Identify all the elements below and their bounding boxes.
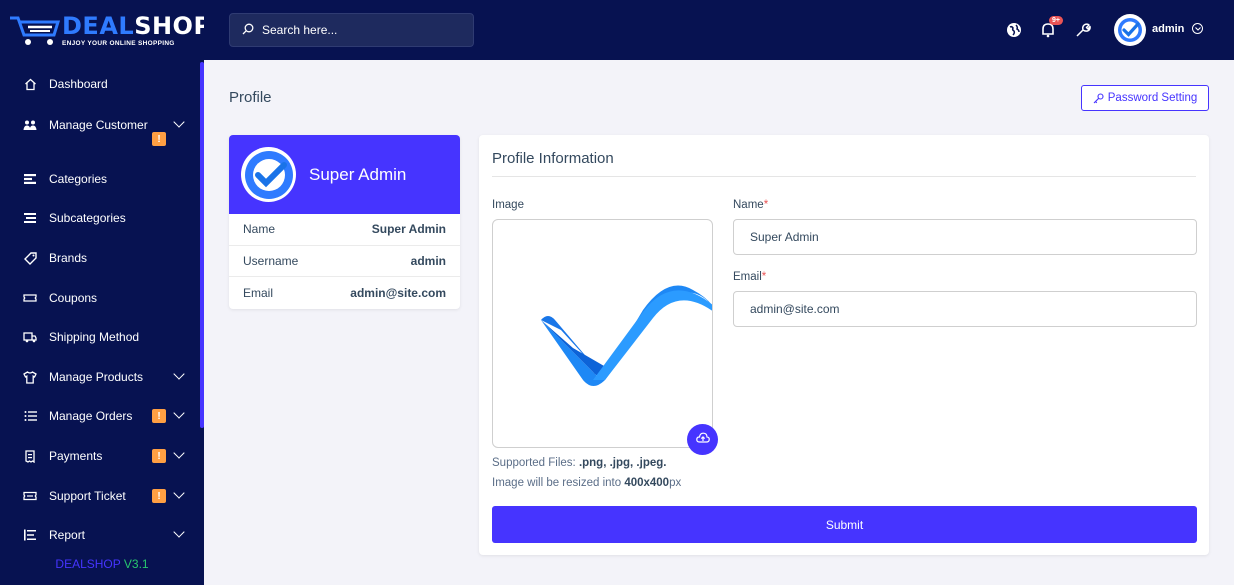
- sidebar-item-label: Manage Products: [49, 370, 144, 384]
- check-logo-image: [541, 285, 712, 386]
- upload-button[interactable]: [687, 424, 718, 455]
- info-value: admin@site.com: [350, 285, 446, 300]
- email-field[interactable]: [733, 291, 1197, 327]
- profile-form-card: Profile Information Image Supported File…: [479, 135, 1209, 555]
- list-icon: [23, 409, 37, 423]
- image-preview[interactable]: [492, 219, 713, 448]
- ticket-alt-icon: [23, 489, 37, 503]
- users-icon: [23, 118, 37, 132]
- submit-button[interactable]: Submit: [492, 506, 1197, 543]
- sidebar-item-label: Manage Orders: [49, 409, 133, 423]
- alert-badge: !: [152, 132, 166, 146]
- brand-logo[interactable]: DEALSHOP ENJOY YOUR ONLINE SHOPPING: [0, 0, 211, 60]
- sidebar-item-label: Support Ticket: [49, 489, 126, 503]
- wrench-icon[interactable]: [1073, 20, 1093, 40]
- globe-icon[interactable]: [1004, 20, 1024, 40]
- alert-badge: !: [152, 489, 166, 503]
- sidebar-item-manage-customer[interactable]: Manage Customer!: [0, 116, 200, 146]
- sidebar-item-brands[interactable]: Brands: [0, 251, 200, 265]
- sidebar-item-manage-products[interactable]: Manage Products: [0, 368, 200, 384]
- report-icon: [23, 528, 37, 542]
- user-name[interactable]: admin: [1152, 23, 1184, 35]
- chevron-down-icon[interactable]: [173, 526, 185, 538]
- info-value: Super Admin: [371, 222, 446, 237]
- profile-avatar: [241, 147, 296, 202]
- alert-badge: !: [152, 449, 166, 463]
- chevron-down-icon[interactable]: [173, 447, 185, 459]
- info-value: admin: [410, 253, 446, 268]
- sidebar-item-shipping-method[interactable]: Shipping Method: [0, 330, 200, 344]
- sidebar: DEALSHOP ENJOY YOUR ONLINE SHOPPING Dash…: [0, 0, 211, 585]
- sidebar-item-label: Manage Customer: [49, 118, 148, 132]
- brand-name: DEALSHOP: [62, 11, 212, 40]
- shirt-icon: [23, 370, 37, 384]
- subcategories-icon: [23, 211, 37, 225]
- info-key: Username: [243, 253, 299, 268]
- profile-info-row: Email admin@site.com: [229, 277, 460, 309]
- chevron-down-icon[interactable]: [173, 368, 185, 380]
- home-icon: [23, 77, 37, 91]
- search-box[interactable]: [229, 13, 474, 47]
- notification-badge: 9+: [1049, 16, 1063, 25]
- resize-hint: Image will be resized into 400x400px: [492, 477, 682, 489]
- sidebar-item-label: Shipping Method: [49, 330, 140, 344]
- categories-icon: [23, 172, 37, 186]
- sidebar-item-label: Subcategories: [49, 211, 126, 225]
- info-key: Name: [243, 222, 276, 237]
- brand-tagline: ENJOY YOUR ONLINE SHOPPING: [62, 39, 175, 47]
- password-setting-button[interactable]: Password Setting: [1081, 85, 1209, 111]
- bell-icon[interactable]: 9+: [1038, 16, 1063, 40]
- profile-card-header: Super Admin: [229, 135, 460, 214]
- page-title: Profile: [229, 89, 272, 106]
- chevron-down-icon[interactable]: [1192, 23, 1203, 34]
- sidebar-item-label: Report: [49, 528, 86, 542]
- cart-icon: [8, 13, 61, 47]
- sidebar-item-label: Categories: [49, 172, 108, 186]
- info-key: Email: [243, 285, 274, 300]
- sidebar-item-support-ticket[interactable]: Support Ticket!: [0, 487, 200, 503]
- ticket-icon: [23, 291, 37, 305]
- password-setting-label: Password Setting: [1107, 92, 1198, 104]
- sidebar-item-dashboard[interactable]: Dashboard: [0, 77, 200, 91]
- version-label: DEALSHOP V3.1: [55, 557, 149, 571]
- sidebar-item-label: Dashboard: [49, 77, 108, 91]
- sidebar-item-payments[interactable]: Payments!: [0, 447, 200, 463]
- profile-info-row: Username admin: [229, 246, 460, 277]
- profile-info-row: Name Super Admin: [229, 214, 460, 246]
- profile-card: Super Admin Name Super Admin Username admin…: [229, 135, 460, 309]
- name-field[interactable]: [733, 219, 1197, 255]
- receipt-icon: [23, 449, 37, 463]
- name-label: Name*: [733, 199, 769, 211]
- form-title: Profile Information: [492, 150, 614, 167]
- sidebar-scrollbar[interactable]: [200, 62, 204, 428]
- sidebar-item-manage-orders[interactable]: Manage Orders!: [0, 407, 200, 423]
- alert-badge: !: [152, 409, 166, 423]
- tag-icon: [23, 251, 37, 265]
- sidebar-item-report[interactable]: Report: [0, 526, 200, 542]
- image-label: Image: [492, 199, 524, 211]
- divider: [492, 176, 1196, 177]
- email-label: Email*: [733, 271, 767, 283]
- chevron-down-icon[interactable]: [173, 487, 185, 499]
- supported-files-hint: Supported Files: .png, .jpg, .jpeg.: [492, 457, 667, 469]
- key-icon: [1093, 92, 1104, 104]
- avatar[interactable]: [1114, 14, 1146, 46]
- search-input[interactable]: [262, 23, 462, 37]
- sidebar-item-label: Brands: [49, 251, 88, 265]
- chevron-down-icon[interactable]: [173, 407, 185, 419]
- search-icon: [242, 23, 254, 38]
- profile-display-name: Super Admin: [309, 164, 407, 184]
- truck-icon: [23, 330, 37, 344]
- sidebar-item-label: Payments: [49, 449, 103, 463]
- sidebar-item-subcategories[interactable]: Subcategories: [0, 211, 200, 225]
- topbar: 9+ admin: [204, 0, 1234, 60]
- sidebar-item-label: Coupons: [49, 291, 98, 305]
- cloud-upload-icon: [695, 432, 710, 447]
- chevron-down-icon[interactable]: [173, 116, 185, 128]
- sidebar-item-coupons[interactable]: Coupons: [0, 291, 200, 305]
- sidebar-item-categories[interactable]: Categories: [0, 172, 200, 186]
